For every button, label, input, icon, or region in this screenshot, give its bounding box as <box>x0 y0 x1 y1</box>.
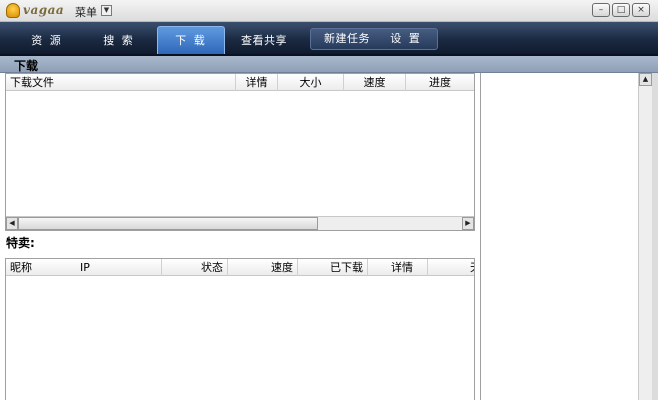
col-truncated[interactable]: 天 <box>466 259 474 276</box>
window-controls: – □ × <box>592 3 650 19</box>
scroll-thumb[interactable] <box>18 217 318 230</box>
col-peer-details[interactable]: 详情 <box>368 259 428 276</box>
download-list-hscrollbar[interactable]: ◀ ▶ <box>6 216 474 230</box>
col-speed[interactable]: 速度 <box>344 74 406 91</box>
scroll-left-icon[interactable]: ◀ <box>6 217 18 230</box>
settings-button[interactable]: 设 置 <box>381 29 431 49</box>
lightbulb-icon <box>6 3 20 18</box>
col-size[interactable]: 大小 <box>278 74 344 91</box>
scroll-right-icon[interactable]: ▶ <box>462 217 474 230</box>
col-status[interactable]: 状态 <box>162 259 228 276</box>
col-nickname[interactable]: 昵称 <box>6 259 76 276</box>
special-offer-label: 特卖: <box>6 236 35 250</box>
logo-text: vagaa <box>23 3 65 17</box>
main-nav: 资 源 搜 索 下 载 查看共享 新建任务 设 置 <box>0 22 658 56</box>
action-tab-group: 新建任务 设 置 <box>310 28 438 50</box>
download-list[interactable]: 下载文件 详情 大小 速度 进度 ◀ ▶ <box>5 73 475 231</box>
tab-resources[interactable]: 资 源 <box>14 28 80 54</box>
col-peer-speed[interactable]: 速度 <box>228 259 298 276</box>
tab-view-shares[interactable]: 查看共享 <box>232 28 296 54</box>
new-task-button[interactable]: 新建任务 <box>315 29 379 49</box>
section-title: 下载 <box>14 59 39 73</box>
side-panel: ▲ <box>480 73 658 400</box>
scroll-up-icon[interactable]: ▲ <box>639 73 652 86</box>
title-bar: vagaa 菜单 ▼ – □ × <box>0 0 658 22</box>
minimize-button[interactable]: – <box>592 3 610 17</box>
col-ip[interactable]: IP <box>76 259 162 276</box>
side-panel-vscrollbar[interactable]: ▲ <box>638 73 652 400</box>
tab-search[interactable]: 搜 索 <box>86 28 152 54</box>
peer-list[interactable]: 昵称 IP 状态 速度 已下载 详情 天 <box>5 258 475 400</box>
main-menu-button[interactable]: 菜单 <box>75 4 97 20</box>
col-downloaded[interactable]: 已下载 <box>298 259 368 276</box>
peer-list-header: 昵称 IP 状态 速度 已下载 详情 天 <box>6 259 474 276</box>
col-details[interactable]: 详情 <box>236 74 278 91</box>
menu-dropdown-icon[interactable]: ▼ <box>101 5 112 16</box>
window-edge <box>652 73 658 400</box>
app-logo: vagaa <box>6 3 64 19</box>
tab-download[interactable]: 下 载 <box>157 26 225 54</box>
col-download-file[interactable]: 下载文件 <box>6 74 236 91</box>
close-button[interactable]: × <box>632 3 650 17</box>
restore-button[interactable]: □ <box>612 3 630 17</box>
col-progress[interactable]: 进度 <box>406 74 474 91</box>
section-header: 下载 <box>0 56 658 73</box>
download-list-header: 下载文件 详情 大小 速度 进度 <box>6 74 474 91</box>
